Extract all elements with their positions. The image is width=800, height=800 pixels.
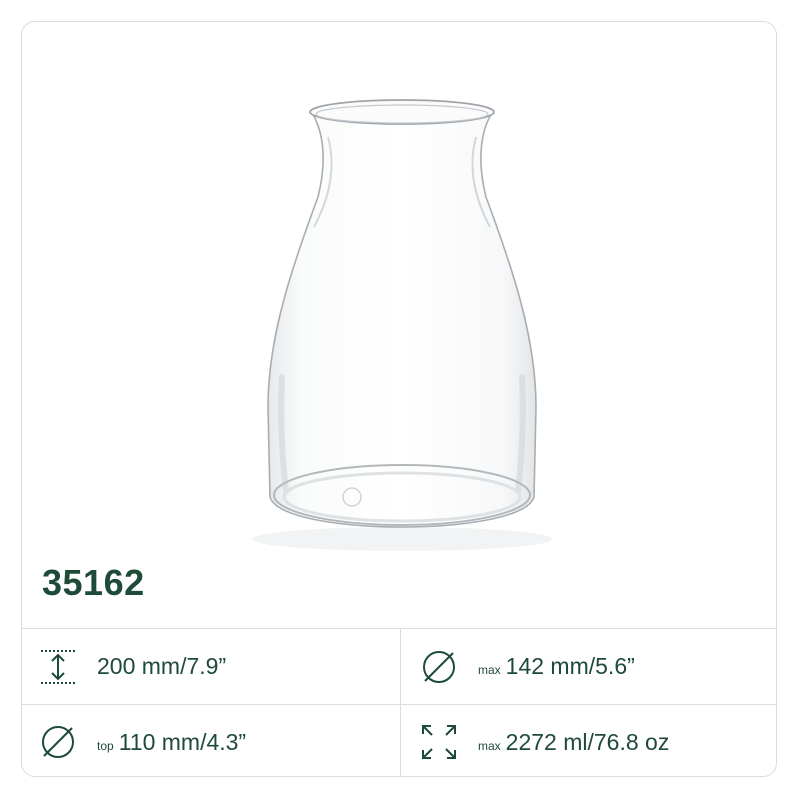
- specs-table: 200 mm/7.9” max 142 mm/5.6” top 110 mm/4…: [22, 628, 776, 776]
- spec-height: 200 mm/7.9”: [22, 629, 400, 704]
- spec-max-diameter: max 142 mm/5.6”: [400, 629, 776, 704]
- spec-capacity: max 2272 ml/76.8 oz: [400, 705, 776, 776]
- spec-qualifier: max: [478, 663, 501, 677]
- spec-top-diameter: top 110 mm/4.3”: [22, 705, 400, 776]
- product-code: 35162: [42, 562, 145, 603]
- spec-qualifier: top: [97, 738, 114, 753]
- diameter-icon: [420, 648, 458, 686]
- spec-capacity-value: 2272 ml/76.8 oz: [505, 728, 670, 755]
- specs-row: 200 mm/7.9” max 142 mm/5.6”: [22, 629, 776, 704]
- vase-image: [252, 99, 552, 551]
- capacity-icon: [420, 723, 458, 761]
- specs-row: top 110 mm/4.3” max 2272 ml/76.8 oz: [22, 704, 776, 776]
- spec-max-diameter-value: 142 mm/5.6”: [505, 653, 635, 679]
- height-icon: [39, 648, 77, 686]
- diameter-icon: [39, 723, 77, 761]
- spec-qualifier: max: [478, 738, 501, 753]
- product-card: 35162 200 mm/7.9” max 142 mm/5.6” top 11…: [21, 21, 777, 777]
- spec-height-value: 200 mm/7.9”: [97, 653, 227, 679]
- spec-top-diameter-value: 110 mm/4.3”: [118, 728, 247, 755]
